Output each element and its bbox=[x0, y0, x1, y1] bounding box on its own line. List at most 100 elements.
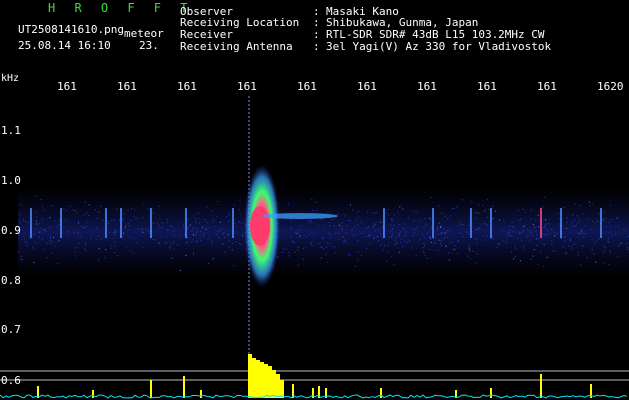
noise-dot bbox=[176, 244, 178, 246]
noise-dot bbox=[239, 209, 240, 211]
noise-dot bbox=[207, 238, 209, 240]
noise-dot bbox=[391, 233, 393, 235]
noise-dot bbox=[513, 231, 515, 233]
noise-dot bbox=[295, 232, 297, 234]
streak bbox=[105, 208, 107, 238]
noise-dot bbox=[609, 250, 611, 252]
noise-dot bbox=[35, 223, 37, 225]
noise-dot bbox=[348, 220, 350, 221]
noise-dot bbox=[376, 236, 378, 238]
noise-dot bbox=[469, 249, 470, 251]
noise-dot bbox=[585, 225, 587, 227]
noise-dot bbox=[202, 226, 204, 228]
noise-dot bbox=[391, 218, 392, 220]
noise-dot bbox=[189, 224, 191, 226]
noise-dot bbox=[569, 239, 571, 241]
power-bar bbox=[252, 358, 256, 398]
noise-dot bbox=[78, 242, 80, 244]
noise-dot bbox=[145, 228, 147, 230]
noise-dot bbox=[85, 225, 87, 227]
noise-dot bbox=[454, 245, 456, 247]
noise-dot bbox=[51, 240, 53, 242]
noise-dot bbox=[544, 227, 546, 229]
noise-dot bbox=[586, 257, 588, 259]
noise-dot bbox=[376, 212, 378, 214]
noise-dot bbox=[325, 253, 327, 255]
noise-dot bbox=[620, 242, 622, 244]
noise-dot bbox=[357, 216, 359, 218]
noise-dot bbox=[449, 242, 451, 244]
noise-dot bbox=[520, 239, 522, 241]
noise-dot bbox=[388, 214, 390, 216]
noise-dot bbox=[566, 222, 568, 223]
noise-dot bbox=[441, 213, 443, 214]
noise-dot bbox=[305, 247, 307, 249]
noise-dot bbox=[164, 242, 166, 244]
noise-dot bbox=[563, 207, 565, 209]
noise-dot bbox=[378, 229, 380, 231]
noise-dot bbox=[349, 254, 351, 256]
noise-dot bbox=[546, 257, 548, 258]
noise-dot bbox=[548, 223, 550, 225]
noise-dot bbox=[173, 248, 175, 250]
noise-dot bbox=[25, 241, 27, 243]
noise-dot bbox=[583, 245, 585, 247]
noise-dot bbox=[454, 249, 456, 250]
noise-dot bbox=[438, 249, 439, 251]
noise-dot bbox=[536, 234, 538, 236]
noise-dot bbox=[327, 211, 329, 213]
noise-dot bbox=[113, 220, 115, 222]
noise-dot bbox=[513, 258, 514, 260]
noise-dot bbox=[203, 233, 205, 234]
noise-dot bbox=[132, 238, 134, 240]
noise-dot bbox=[583, 233, 585, 235]
noise-dot bbox=[583, 236, 585, 238]
noise-dot bbox=[386, 212, 388, 214]
noise-dot bbox=[51, 205, 53, 207]
noise-dot bbox=[182, 223, 184, 225]
noise-dot bbox=[101, 237, 103, 239]
noise-dot bbox=[124, 226, 126, 228]
noise-dot bbox=[387, 244, 389, 246]
noise-dot bbox=[476, 238, 478, 240]
noise-dot bbox=[476, 253, 478, 255]
noise-dot bbox=[566, 228, 568, 230]
noise-dot bbox=[413, 220, 415, 222]
noise-dot bbox=[154, 239, 156, 241]
noise-dot bbox=[186, 237, 188, 239]
noise-dot bbox=[191, 239, 193, 241]
power-bar bbox=[276, 374, 280, 398]
noise-dot bbox=[59, 239, 60, 241]
noise-dot bbox=[125, 247, 127, 249]
noise-dot bbox=[444, 237, 446, 239]
noise-dot bbox=[233, 265, 235, 267]
noise-dot bbox=[196, 241, 198, 243]
noise-dot bbox=[233, 204, 235, 206]
noise-dot bbox=[540, 250, 542, 252]
noise-dot bbox=[76, 212, 78, 214]
noise-dot bbox=[219, 221, 221, 223]
noise-dot bbox=[457, 252, 459, 254]
noise-dot bbox=[33, 248, 35, 250]
noise-dot bbox=[228, 214, 230, 216]
noise-dot bbox=[523, 249, 525, 251]
noise-dot bbox=[127, 229, 129, 231]
noise-dot bbox=[369, 234, 371, 236]
noise-dot bbox=[77, 236, 79, 238]
noise-dot bbox=[456, 206, 458, 208]
noise-dot bbox=[128, 236, 130, 238]
noise-dot bbox=[518, 219, 520, 221]
power-bar bbox=[272, 370, 276, 398]
noise-dot bbox=[290, 227, 292, 229]
noise-dot bbox=[179, 237, 181, 239]
noise-dot bbox=[442, 238, 444, 240]
noise-dot bbox=[46, 257, 48, 258]
noise-dot bbox=[317, 224, 319, 226]
noise-dot bbox=[173, 228, 175, 230]
noise-dot bbox=[604, 249, 606, 251]
noise-dot bbox=[457, 241, 459, 243]
noise-dot bbox=[295, 229, 297, 231]
noise-dot bbox=[345, 232, 347, 234]
noise-dot bbox=[499, 219, 501, 221]
x-tick-7: 161 bbox=[417, 80, 437, 93]
